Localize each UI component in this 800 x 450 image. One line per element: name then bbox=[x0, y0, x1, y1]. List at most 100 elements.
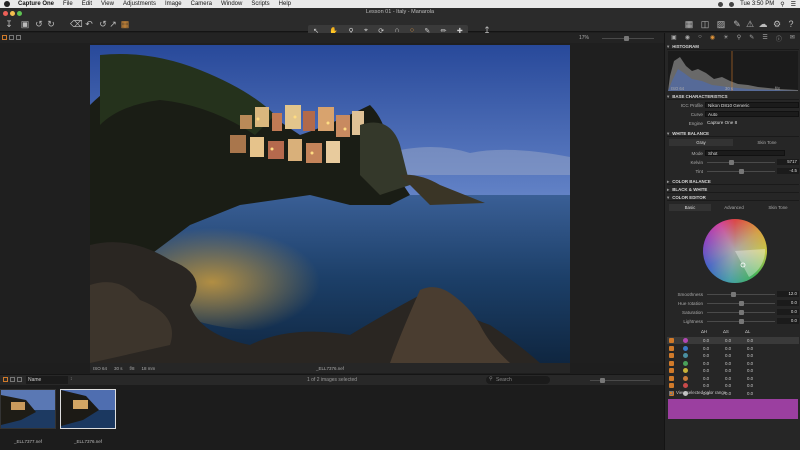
white-balance-header[interactable]: WHITE BALANCE bbox=[667, 130, 799, 137]
color-range-checkbox[interactable] bbox=[669, 338, 674, 343]
kelvin-slider[interactable] bbox=[707, 160, 775, 165]
single-view-icon[interactable] bbox=[2, 35, 7, 40]
menu-camera[interactable]: Camera bbox=[191, 0, 212, 8]
menu-adjustments[interactable]: Adjustments bbox=[123, 0, 156, 8]
wifi-icon[interactable] bbox=[729, 1, 735, 7]
color-balance-header[interactable]: COLOR BALANCE bbox=[667, 178, 799, 185]
browser-list-icon[interactable] bbox=[10, 377, 15, 382]
grid-icon[interactable]: ▦ bbox=[684, 19, 694, 29]
ce-tab-skin[interactable]: Skin Tone bbox=[757, 204, 799, 211]
settings-icon[interactable]: ⚙ bbox=[772, 19, 782, 29]
metadata-tab-icon[interactable]: ⓘ bbox=[776, 34, 782, 43]
saturation-value[interactable]: 0.0 bbox=[777, 309, 799, 315]
eyedropper-icon[interactable]: ✎ bbox=[732, 19, 742, 29]
capture-tab-icon[interactable]: ◉ bbox=[685, 34, 690, 42]
main-photo[interactable] bbox=[90, 45, 570, 363]
browser-filmstrip-icon[interactable] bbox=[17, 377, 22, 382]
color-range-checkbox[interactable] bbox=[669, 360, 674, 366]
color-range-row[interactable]: 0.0 0.0 0.0 bbox=[667, 382, 799, 389]
color-range-row[interactable]: 0.0 0.0 0.0 bbox=[667, 367, 799, 374]
color-tab-icon[interactable]: ◉ bbox=[710, 34, 715, 42]
detail-tab-icon[interactable]: ⚲ bbox=[737, 34, 741, 42]
menu-edit[interactable]: Edit bbox=[82, 0, 92, 8]
color-range-checkbox[interactable] bbox=[669, 383, 674, 388]
wb-tab-skin[interactable]: Skin Tone bbox=[735, 139, 799, 146]
compare-icon[interactable]: ◫ bbox=[700, 19, 710, 29]
trash-icon[interactable]: ⌫ bbox=[70, 19, 83, 29]
ce-tab-advanced[interactable]: Advanced bbox=[713, 204, 755, 211]
menu-window[interactable]: Window bbox=[221, 0, 242, 8]
lightness-slider[interactable] bbox=[707, 319, 775, 324]
hue-rotation-slider[interactable] bbox=[707, 301, 775, 306]
ce-tab-basic[interactable]: Basic bbox=[669, 204, 711, 211]
zoom-slider[interactable] bbox=[602, 36, 654, 41]
smoothness-value[interactable]: 12.0 bbox=[777, 291, 799, 297]
smoothness-slider[interactable] bbox=[707, 292, 775, 297]
adjustments-tab-icon[interactable]: ☰ bbox=[762, 34, 767, 42]
menu-view[interactable]: View bbox=[101, 0, 114, 8]
menu-file[interactable]: File bbox=[63, 0, 73, 8]
thumbnail[interactable] bbox=[0, 389, 56, 429]
color-range-checkbox[interactable] bbox=[669, 368, 674, 373]
saturation-slider[interactable] bbox=[707, 310, 775, 315]
undo-icon[interactable]: ↶ bbox=[84, 19, 94, 29]
rotate-left-icon[interactable]: ↺ bbox=[34, 19, 44, 29]
import-icon[interactable]: ↧ bbox=[4, 19, 14, 29]
color-range-checkbox[interactable] bbox=[669, 375, 674, 381]
menu-scripts[interactable]: Scripts bbox=[251, 0, 269, 8]
menu-help[interactable]: Help bbox=[279, 0, 291, 8]
local-adj-tab-icon[interactable]: ✎ bbox=[749, 34, 754, 42]
lens-tab-icon[interactable]: ○ bbox=[698, 34, 702, 42]
base-characteristics-header[interactable]: BASE CHARACTERISTICS bbox=[667, 93, 799, 100]
color-range-row[interactable]: 0.0 0.0 0.0 bbox=[667, 360, 799, 367]
kelvin-value[interactable]: 5717 bbox=[777, 159, 799, 165]
clock[interactable]: Tue 3:50 PM bbox=[740, 1, 774, 7]
histogram-header[interactable]: HISTOGRAM bbox=[667, 43, 799, 50]
tint-slider[interactable] bbox=[707, 169, 775, 174]
black-white-header[interactable]: BLACK & WHITE bbox=[667, 186, 799, 193]
filmstrip-view-icon[interactable] bbox=[16, 35, 21, 40]
view-range-checkbox[interactable] bbox=[669, 391, 673, 395]
search-icon[interactable]: ⚲ bbox=[780, 1, 784, 8]
sort-select[interactable]: Name bbox=[26, 376, 68, 384]
color-range-row[interactable]: 0.0 0.0 0.0 bbox=[667, 345, 799, 352]
color-editor-header[interactable]: COLOR EDITOR bbox=[667, 194, 799, 201]
view-range-label: View selected color range bbox=[676, 390, 727, 395]
library-tab-icon[interactable]: ▣ bbox=[671, 34, 677, 42]
thumbnail-selected[interactable] bbox=[60, 389, 116, 429]
status-icon[interactable] bbox=[718, 1, 724, 7]
wb-tab-gray[interactable]: Gray bbox=[669, 139, 733, 146]
multi-view-icon[interactable] bbox=[9, 35, 14, 40]
icc-profile-select[interactable]: Nikon D810 Generic bbox=[705, 102, 799, 108]
lightness-value[interactable]: 0.0 bbox=[777, 318, 799, 324]
warning-icon[interactable]: ⚠ bbox=[745, 19, 755, 29]
wb-mode-select[interactable]: Shot bbox=[705, 150, 785, 156]
help-icon[interactable]: ? bbox=[786, 19, 796, 29]
color-range-checkbox[interactable] bbox=[669, 345, 674, 351]
sort-direction-icon[interactable]: ↕ bbox=[70, 376, 73, 382]
proof-icon[interactable]: ▨ bbox=[716, 19, 726, 29]
browser-grid-icon[interactable] bbox=[3, 377, 8, 382]
hue-rotation-value[interactable]: 0.0 bbox=[777, 300, 799, 306]
search-field[interactable]: Search bbox=[486, 376, 550, 384]
color-range-row[interactable]: 0.0 0.0 0.0 bbox=[667, 352, 799, 359]
color-wheel[interactable] bbox=[703, 219, 767, 283]
camera-icon[interactable]: ▣ bbox=[20, 19, 30, 29]
reset-icon[interactable]: ↺ bbox=[98, 19, 108, 29]
apply-adjustments-icon[interactable]: ▦ bbox=[120, 19, 130, 29]
tint-value[interactable]: -4.5 bbox=[777, 168, 799, 174]
remote-icon[interactable]: ☁ bbox=[758, 19, 768, 29]
color-range-checkbox[interactable] bbox=[669, 353, 674, 358]
output-tab-icon[interactable]: ✉ bbox=[790, 34, 795, 42]
apple-icon[interactable] bbox=[4, 1, 10, 7]
menu-app[interactable]: Capture One bbox=[18, 0, 54, 8]
curve-select[interactable]: Auto bbox=[705, 111, 799, 117]
color-range-row[interactable]: 0.0 0.0 0.0 bbox=[667, 375, 799, 382]
thumbnail-size-slider[interactable] bbox=[590, 378, 650, 383]
menu-image[interactable]: Image bbox=[165, 0, 182, 8]
exposure-tab-icon[interactable]: ☀ bbox=[723, 34, 728, 42]
list-icon[interactable]: ☰ bbox=[791, 1, 796, 8]
rotate-right-icon[interactable]: ↻ bbox=[46, 19, 56, 29]
copy-adjustments-icon[interactable]: ↗ bbox=[108, 19, 118, 29]
color-range-row[interactable]: 0.0 0.0 0.0 bbox=[667, 337, 799, 344]
